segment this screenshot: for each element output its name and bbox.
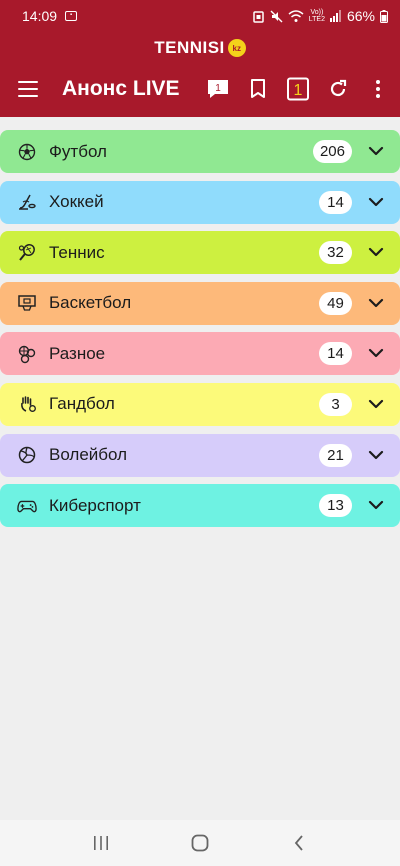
battery-percent: 66% — [346, 8, 375, 24]
hockey-icon — [17, 192, 37, 212]
sport-row[interactable]: Волейбол 21 — [0, 433, 400, 477]
sport-name: Киберспорт — [49, 495, 141, 515]
more-options-button[interactable] — [358, 70, 398, 108]
chat-badge-text: 1 — [215, 83, 221, 94]
recent-apps-icon — [94, 836, 109, 850]
network-top: Vo)) — [310, 9, 324, 16]
gamepad-icon — [17, 496, 37, 516]
chevron-down-icon[interactable] — [368, 295, 384, 316]
brand-name: TENNISI — [154, 38, 225, 57]
event-count-badge: 206 — [312, 140, 352, 163]
notification-icon: ▪ — [65, 11, 78, 21]
chevron-down-icon[interactable] — [368, 244, 384, 265]
app-bar: Анонс LIVE 1 1 — [0, 70, 400, 108]
sport-row[interactable]: Баскетбол 49 — [0, 281, 400, 325]
sport-row[interactable]: Киберспорт 13 — [0, 484, 400, 528]
status-icons: Vo)) LTE2 66% — [252, 8, 388, 24]
page-title: Анонс LIVE — [62, 77, 180, 100]
system-nav-bar — [0, 820, 400, 866]
event-count-badge: 13 — [319, 494, 352, 518]
chevron-down-icon[interactable] — [368, 143, 384, 164]
event-count-badge: 32 — [319, 241, 352, 265]
battery-icon — [380, 9, 388, 23]
network-type: LTE2 — [308, 16, 325, 23]
app-bar-actions: 1 1 — [198, 70, 400, 108]
sport-list: Футбол 206 Хоккей 14 Теннис 32 Баскетбол 49 Разн… — [0, 117, 400, 528]
sport-name: Разное — [49, 343, 106, 363]
back-icon — [294, 835, 303, 851]
status-time: 14:09 — [22, 8, 58, 24]
event-count-badge: 49 — [319, 291, 352, 315]
refresh-button[interactable] — [318, 70, 358, 108]
coupon-button[interactable]: 1 — [278, 70, 318, 108]
event-count-badge: 14 — [319, 190, 352, 214]
coupon-icon: 1 — [287, 77, 309, 101]
sport-name: Баскетбол — [49, 293, 132, 313]
sport-row[interactable]: Футбол 206 — [0, 130, 400, 173]
mute-icon — [270, 10, 283, 22]
bookmark-icon — [251, 79, 265, 98]
chevron-down-icon[interactable] — [368, 345, 384, 366]
chevron-down-icon[interactable] — [368, 396, 384, 417]
sport-row[interactable]: Разное 14 — [0, 332, 400, 376]
event-count-badge: 14 — [319, 342, 352, 366]
event-count-badge: 21 — [319, 443, 352, 467]
handball-icon — [17, 394, 37, 414]
sport-row[interactable]: Хоккей 14 — [0, 180, 400, 224]
network-indicator: Vo)) LTE2 — [309, 9, 325, 23]
soccer-ball-icon — [17, 142, 37, 162]
home-button[interactable] — [180, 823, 220, 863]
signal-icon — [329, 10, 341, 22]
brand-logo: TENNISI kz — [0, 38, 400, 58]
basketball-hoop-icon — [17, 293, 37, 313]
bookmark-button[interactable] — [238, 70, 278, 108]
brand-badge: kz — [227, 39, 246, 57]
chevron-down-icon[interactable] — [368, 194, 384, 215]
alarm-icon — [253, 10, 264, 23]
sport-row[interactable]: Теннис 32 — [0, 231, 400, 275]
event-count-badge: 3 — [319, 392, 352, 416]
sport-name: Футбол — [49, 141, 107, 161]
coupon-count: 1 — [294, 82, 303, 99]
sport-name: Гандбол — [49, 394, 115, 414]
sport-name: Теннис — [49, 242, 105, 262]
more-vert-icon — [376, 80, 380, 98]
back-button[interactable] — [279, 823, 319, 863]
recent-apps-button[interactable] — [81, 823, 121, 863]
menu-button[interactable] — [18, 81, 38, 97]
tennis-icon — [17, 243, 37, 263]
sport-name: Хоккей — [49, 192, 104, 212]
misc-balls-icon — [17, 344, 37, 364]
status-bar: 14:09 ▪ Vo)) LTE2 66% — [0, 0, 400, 32]
chevron-down-icon[interactable] — [368, 497, 384, 518]
app-header: 14:09 ▪ Vo)) LTE2 66% TENNISI kz Анонс L… — [0, 0, 400, 117]
volleyball-icon — [17, 445, 37, 465]
refresh-icon — [330, 79, 347, 97]
home-icon — [191, 834, 209, 852]
sport-row[interactable]: Гандбол 3 — [0, 382, 400, 426]
chat-button[interactable]: 1 — [198, 70, 238, 108]
chevron-down-icon[interactable] — [368, 447, 384, 468]
chat-icon: 1 — [208, 80, 228, 98]
sport-name: Волейбол — [49, 445, 128, 465]
wifi-icon — [288, 9, 304, 22]
